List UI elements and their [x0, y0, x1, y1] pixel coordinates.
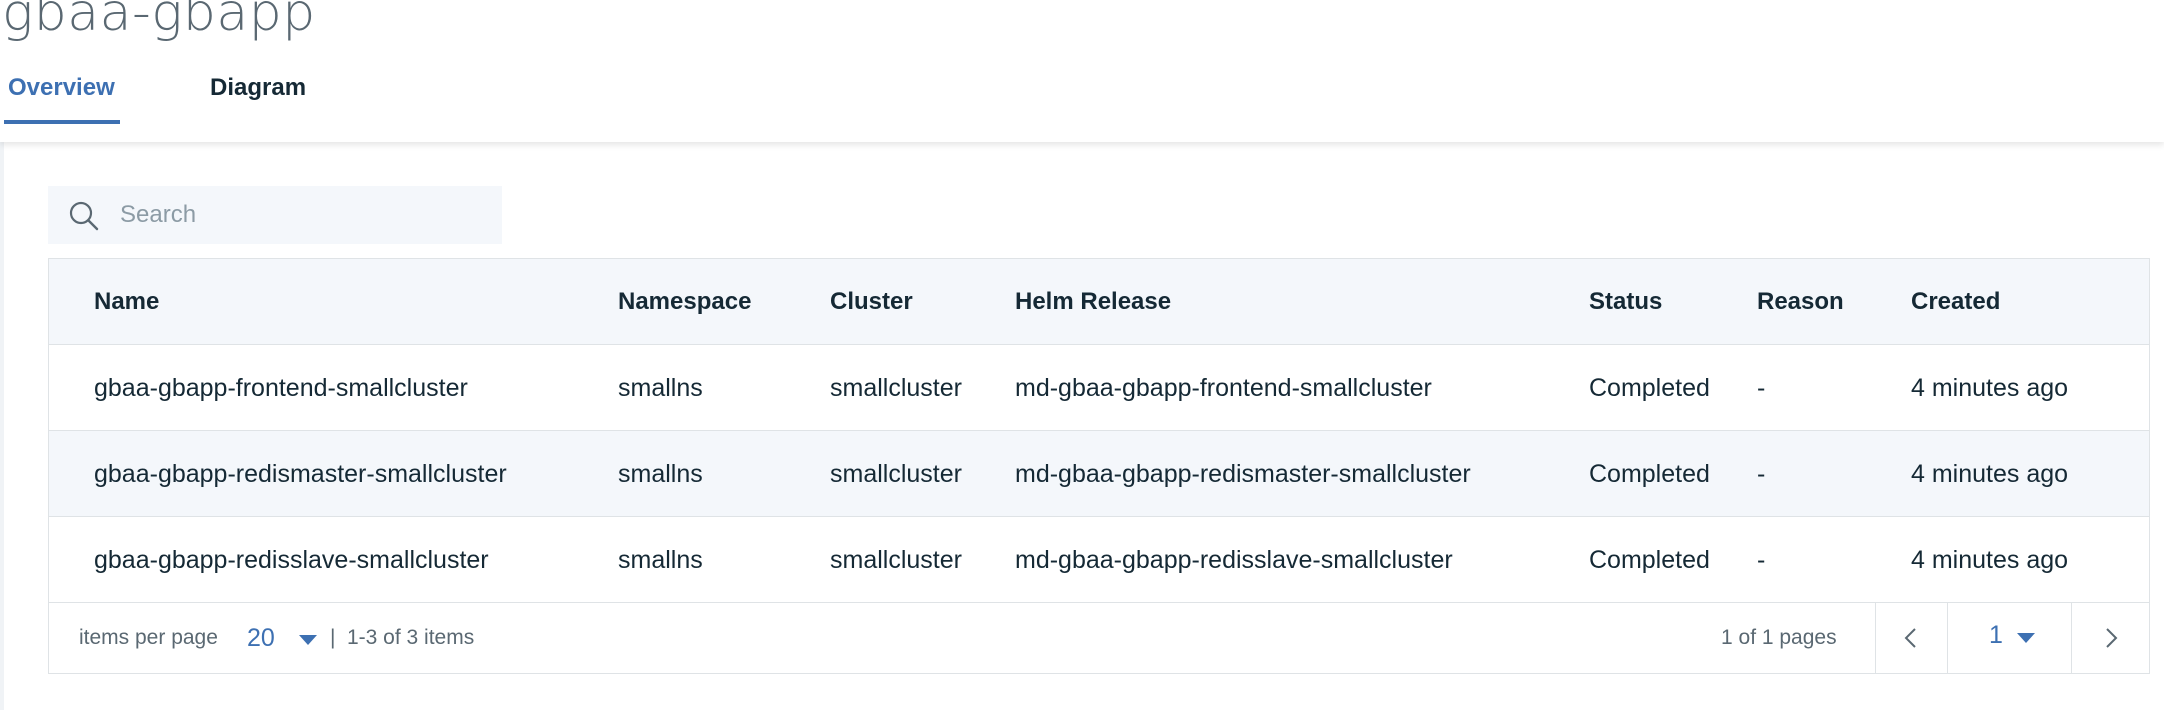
- cell-reason: -: [1757, 546, 1766, 574]
- chevron-left-icon: [1904, 628, 1916, 648]
- search-icon: [69, 201, 99, 231]
- column-header-name[interactable]: Name: [94, 259, 159, 345]
- table-header-row: Name Namespace Cluster Helm Release Stat…: [49, 259, 2149, 345]
- cell-namespace: smallns: [618, 460, 703, 488]
- pagination-bar: items per page 20 | 1-3 of 3 items 1 of …: [49, 603, 2149, 673]
- table-row[interactable]: gbaa-gbapp-frontend-smallcluster smallns…: [49, 345, 2149, 431]
- current-page-number: 1: [1989, 621, 2003, 649]
- cell-cluster: smallcluster: [830, 460, 962, 488]
- tab-diagram[interactable]: Diagram: [210, 68, 306, 128]
- page-number-select[interactable]: 1: [1947, 603, 2071, 673]
- page-header: gbaa-gbapp Overview Diagram: [0, 0, 2164, 142]
- cell-helm-release: md-gbaa-gbapp-frontend-smallcluster: [1015, 374, 1432, 402]
- caret-down-icon[interactable]: [299, 635, 317, 645]
- next-page-button[interactable]: [2071, 603, 2150, 673]
- column-header-reason[interactable]: Reason: [1757, 259, 1844, 345]
- cell-status: Completed: [1589, 546, 1710, 574]
- cell-namespace: smallns: [618, 546, 703, 574]
- cell-name: gbaa-gbapp-frontend-smallcluster: [94, 374, 468, 402]
- column-header-created[interactable]: Created: [1911, 259, 2000, 345]
- pagination-separator: |: [330, 626, 336, 649]
- cell-cluster: smallcluster: [830, 546, 962, 574]
- cell-reason: -: [1757, 374, 1766, 402]
- cell-reason: -: [1757, 460, 1766, 488]
- cell-name: gbaa-gbapp-redisslave-smallcluster: [94, 546, 489, 574]
- cell-namespace: smallns: [618, 374, 703, 402]
- search-input[interactable]: [120, 195, 490, 235]
- column-header-status[interactable]: Status: [1589, 259, 1662, 345]
- cell-helm-release: md-gbaa-gbapp-redismaster-smallcluster: [1015, 460, 1471, 488]
- cell-status: Completed: [1589, 374, 1710, 402]
- search-bar: [48, 186, 502, 244]
- items-per-page-select[interactable]: 20: [247, 603, 275, 673]
- cell-status: Completed: [1589, 460, 1710, 488]
- cell-helm-release: md-gbaa-gbapp-redisslave-smallcluster: [1015, 546, 1453, 574]
- item-range-text: 1-3 of 3 items: [347, 626, 475, 649]
- page-title: gbaa-gbapp: [2, 0, 316, 43]
- chevron-right-icon: [2106, 628, 2118, 648]
- previous-page-button[interactable]: [1875, 603, 1947, 673]
- column-header-namespace[interactable]: Namespace: [618, 259, 751, 345]
- tab-overview[interactable]: Overview: [8, 68, 115, 128]
- caret-down-icon: [2017, 633, 2035, 643]
- items-per-page-label: items per page: [79, 626, 218, 649]
- table-row[interactable]: gbaa-gbapp-redisslave-smallcluster small…: [49, 517, 2149, 603]
- deployments-table: Name Namespace Cluster Helm Release Stat…: [48, 258, 2150, 674]
- column-header-cluster[interactable]: Cluster: [830, 259, 913, 345]
- page-count-text: 1 of 1 pages: [1721, 626, 1837, 649]
- cell-created: 4 minutes ago: [1911, 546, 2069, 574]
- content-left-border: [0, 142, 4, 710]
- cell-name: gbaa-gbapp-redismaster-smallcluster: [94, 460, 507, 488]
- column-header-helm-release[interactable]: Helm Release: [1015, 259, 1171, 345]
- cell-created: 4 minutes ago: [1911, 374, 2069, 402]
- cell-cluster: smallcluster: [830, 374, 962, 402]
- active-tab-indicator: [4, 120, 120, 124]
- cell-created: 4 minutes ago: [1911, 460, 2069, 488]
- table-row[interactable]: gbaa-gbapp-redismaster-smallcluster smal…: [49, 431, 2149, 517]
